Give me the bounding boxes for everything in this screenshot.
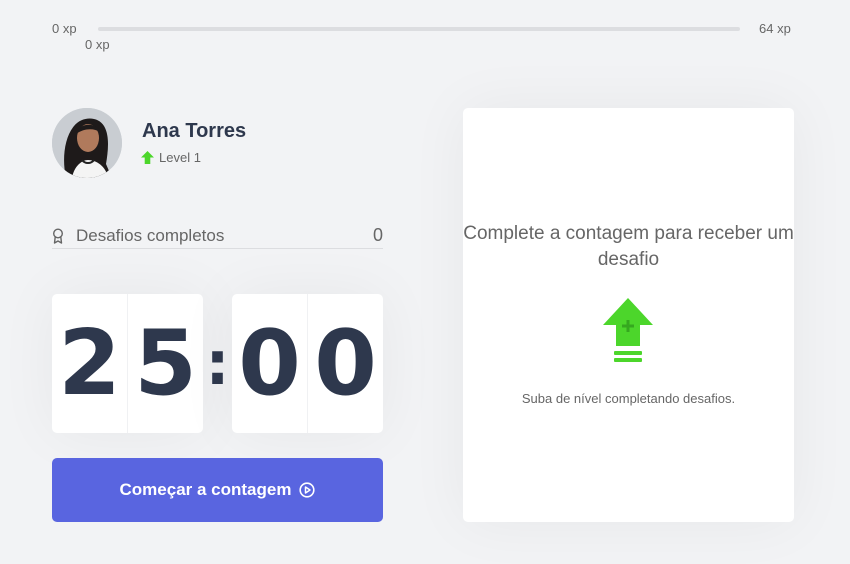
- countdown-minutes: 2 5: [52, 294, 203, 433]
- countdown-separator: :: [205, 328, 230, 399]
- challenge-box: Complete a contagem para receber um desa…: [463, 108, 794, 522]
- countdown-second-ones: 0: [307, 294, 383, 433]
- xp-max-label: 64 xp: [759, 21, 791, 36]
- user-avatar-photo: [52, 108, 122, 178]
- profile-name: Ana Torres: [142, 120, 247, 142]
- xp-progress-track: [98, 27, 740, 31]
- completed-challenges-count: 0: [372, 225, 383, 245]
- countdown-seconds: 0 0: [232, 294, 383, 433]
- completed-challenges-label: Desafios completos: [76, 225, 225, 245]
- medal-icon: [52, 227, 64, 244]
- profile-level: Level 1: [141, 150, 201, 165]
- level-up-arrow-icon: [141, 151, 154, 164]
- xp-min-label: 0 xp: [52, 21, 77, 36]
- start-countdown-label: Começar a contagem: [119, 480, 292, 499]
- challenge-box-subtitle: Suba de nível completando desafios.: [521, 391, 736, 406]
- countdown-second-tens: 0: [238, 311, 301, 416]
- xp-current-label: 0 xp: [85, 37, 110, 52]
- level-label: Level 1: [159, 150, 201, 165]
- countdown-minute-ones: 5: [127, 294, 203, 433]
- completed-challenges: Desafios completos 0: [52, 223, 383, 249]
- start-countdown-button[interactable]: Começar a contagem: [52, 458, 383, 522]
- level-up-icon: [603, 298, 653, 362]
- avatar: [52, 108, 122, 178]
- countdown-minute-tens: 2: [58, 311, 121, 416]
- challenge-box-title: Complete a contagem para receber um desa…: [463, 223, 794, 270]
- play-circle-icon: [299, 482, 316, 498]
